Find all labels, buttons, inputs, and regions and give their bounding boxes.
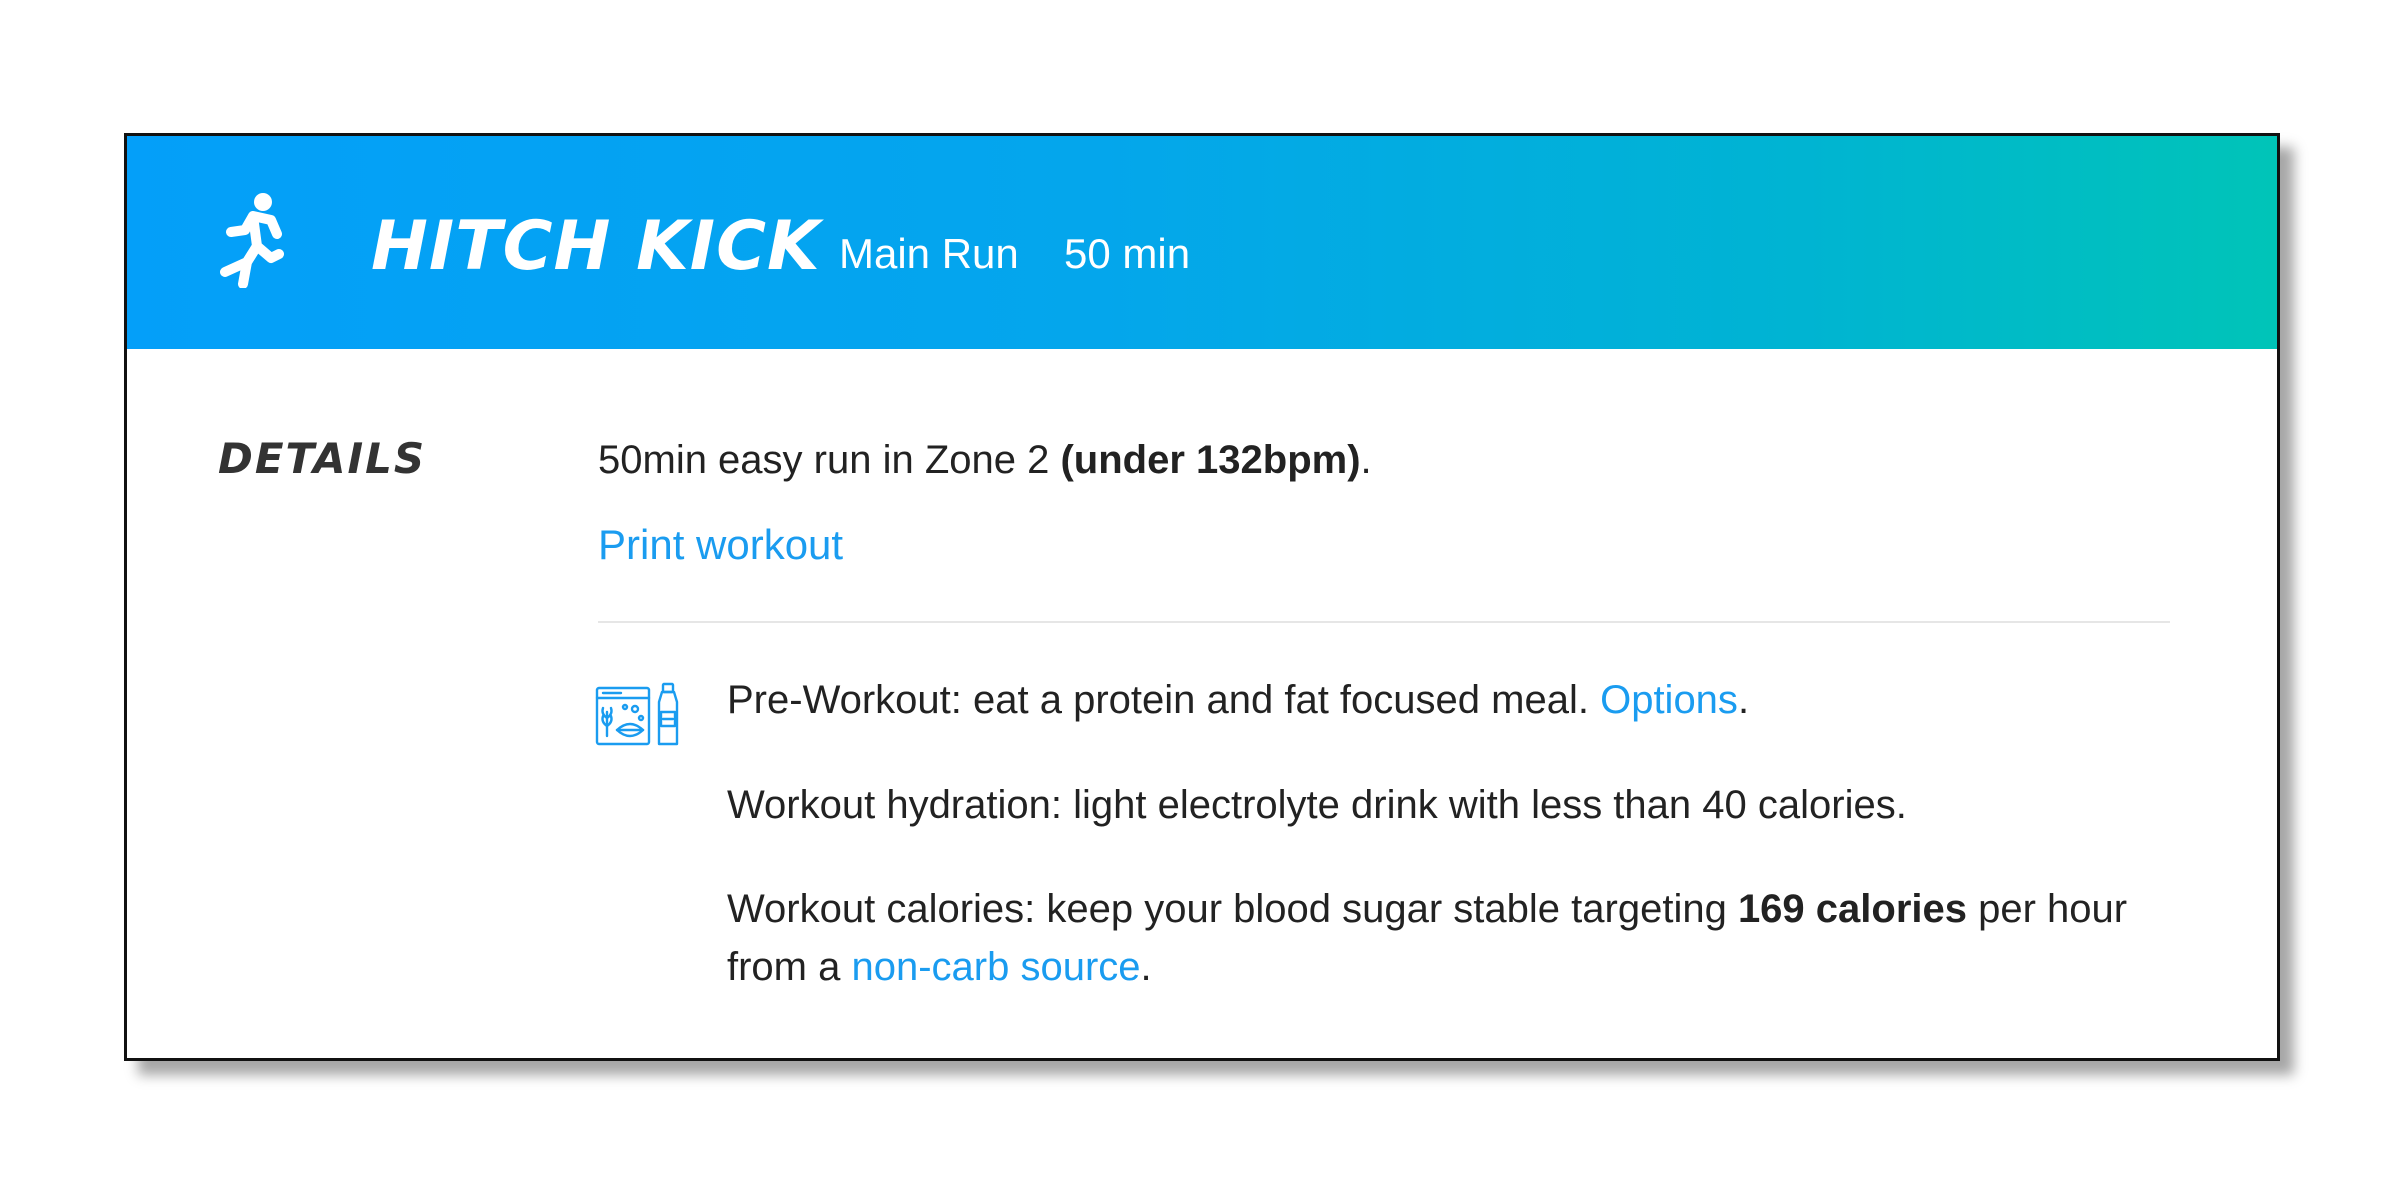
workout-description: 50min easy run in Zone 2 (under 132bpm).: [598, 432, 1372, 488]
hydration-note: Workout hydration: light electrolyte dri…: [727, 783, 1907, 827]
workout-duration: 50 min: [1064, 230, 1191, 277]
food-and-drink-icon: [595, 682, 679, 746]
workout-card: HITCH KICK Main Run 50 min DETAILS 50min…: [124, 133, 2280, 1061]
heart-rate-limit: (under 132bpm): [1060, 438, 1361, 482]
calories-suffix: .: [1140, 945, 1152, 989]
description-suffix: .: [1360, 438, 1372, 482]
divider: [598, 621, 2170, 623]
details-label: DETAILS: [218, 434, 427, 483]
description-text: 50min easy run in Zone 2: [598, 438, 1061, 482]
pre-workout-text: Pre-Workout: eat a protein and fat focus…: [727, 678, 1601, 722]
pre-workout-note: Pre-Workout: eat a protein and fat focus…: [727, 671, 1749, 729]
calories-note: Workout calories: keep your blood sugar …: [727, 880, 2167, 996]
pre-workout-suffix: .: [1737, 678, 1750, 722]
options-link[interactable]: Options: [1600, 678, 1738, 722]
workout-header: HITCH KICK Main Run 50 min: [127, 136, 2277, 349]
workout-type: Main Run: [839, 230, 1019, 277]
print-workout-link[interactable]: Print workout: [598, 517, 843, 573]
calories-target: 169 calories: [1737, 887, 1967, 931]
non-carb-source-link[interactable]: non-carb source: [851, 945, 1140, 989]
runner-icon: [220, 193, 284, 288]
calories-text: Workout calories: keep your blood sugar …: [727, 887, 1738, 931]
workout-title: HITCH KICK: [371, 207, 821, 286]
